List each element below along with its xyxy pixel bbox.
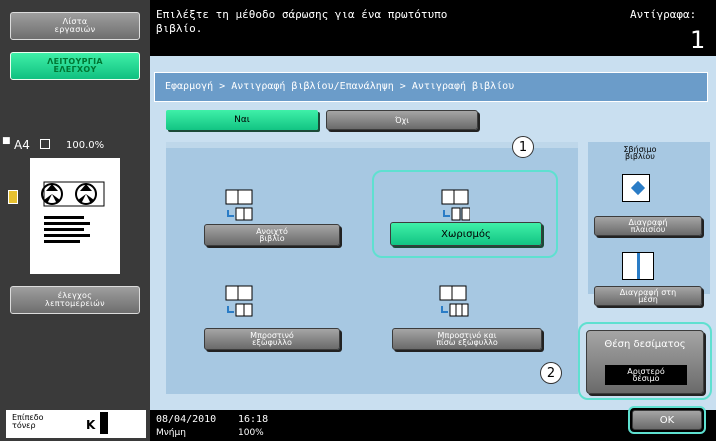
document-preview [30,158,120,274]
message-bar: Επιλέξτε τη μέθοδο σάρωσης για ένα πρωτό… [150,0,716,56]
main-frame: Εφαρμογή > Αντιγραφή βιβλίου/Επανάληψη >… [150,56,716,410]
no-toggle[interactable]: Όχι [326,110,478,130]
callout-1: 1 [512,136,534,158]
preview-image [41,181,105,243]
ok-highlight: OK [628,406,706,434]
zoom-level: 100.0% [66,140,105,151]
toner-bar [100,412,108,434]
check-details-button[interactable]: έλεγχος λεπτομερειών [10,286,140,314]
check-function-button[interactable]: ΛΕΙΤΟΥΡΓΙΑ ΕΛΕΓΧΟΥ [10,52,140,80]
status-time: 16:18 [238,414,269,425]
center-erase-line [637,253,640,279]
frame-erase-icon [622,174,650,202]
binding-position-button[interactable]: Θέση δεσίματος Αριστερό δέσιμο [586,330,704,394]
book-erase-title: Σβήσιμο βιβλίου [623,145,657,161]
toner-label: Επίπεδο τόνερ [12,413,44,430]
book-erase-panel: Σβήσιμο βιβλίου Διαγραφή πλαισίου [588,142,710,294]
front-back-cover-icon [439,285,469,317]
breadcrumb-text: Εφαρμογή > Αντιγραφή βιβλίου/Επανάληψη >… [165,81,515,92]
front-cover-icon [225,285,253,317]
front-cover-button[interactable]: Μπροστινό εξώφυλλο [204,328,340,350]
left-panel: Λίστα εργασιών ΛΕΙΤΟΥΡΓΙΑ ΕΛΕΓΧΟΥ ■ A4 1… [0,0,150,441]
memory-label: Μνήμη [156,428,186,438]
binding-position-value: Αριστερό δέσιμο [605,365,687,385]
open-book-icon [225,189,253,221]
center-erase-button[interactable]: Διαγραφή στη μέση [594,286,702,306]
orientation-icon [40,139,50,149]
binding-position-title: Θέση δεσίματος [604,339,686,350]
paper-size: A4 [14,138,30,152]
memory-value: 100% [238,428,264,438]
yes-toggle[interactable]: Ναι [166,110,318,130]
open-book-button[interactable]: Ανοιχτό βιβλίο [204,224,340,246]
breadcrumb: Εφαρμογή > Αντιγραφή βιβλίου/Επανάληψη >… [154,72,708,102]
paper-tray-icon [8,190,18,204]
callout-2: 2 [540,362,562,384]
toner-color: K [86,418,96,432]
frame-erase-diamond [630,180,646,196]
copies-count: 1 [690,26,706,54]
job-list-button[interactable]: Λίστα εργασιών [10,12,140,40]
toner-level: Επίπεδο τόνερ K [6,410,146,438]
instruction-text: Επιλέξτε τη μέθοδο σάρωσης για ένα πρωτό… [156,8,448,35]
separation-button[interactable]: Χωρισμός [390,222,542,246]
copies-label: Αντίγραφα: [630,8,697,21]
center-erase-icon [622,252,654,280]
ok-button[interactable]: OK [632,410,702,430]
preview-header: ■ A4 100.0% [0,136,150,152]
status-date: 08/04/2010 [156,414,217,425]
paper-tray-marker: ■ [2,136,11,146]
frame-erase-button[interactable]: Διαγραφή πλαισίου [594,216,702,236]
front-back-cover-button[interactable]: Μπροστινό και πίσω εξώφυλλο [392,328,542,350]
